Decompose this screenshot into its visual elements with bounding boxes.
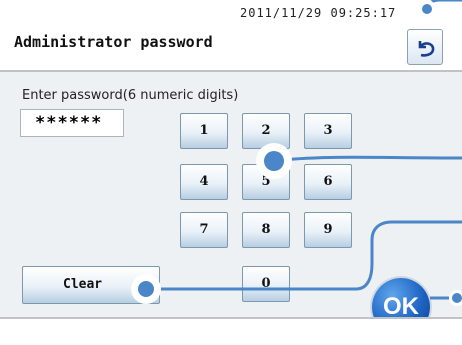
key-8[interactable]: 8 bbox=[242, 212, 290, 248]
key-0[interactable]: 0 bbox=[242, 266, 290, 302]
header-bar: 2011/11/29 09:25:17 Administrator passwo… bbox=[0, 0, 462, 72]
key-6[interactable]: 6 bbox=[304, 164, 352, 200]
key-7[interactable]: 7 bbox=[180, 212, 228, 248]
password-prompt: Enter password(6 numeric digits) bbox=[22, 88, 239, 103]
return-arrow-icon bbox=[418, 41, 435, 57]
footer-bar bbox=[0, 317, 462, 345]
key-9[interactable]: 9 bbox=[304, 212, 352, 248]
back-button[interactable] bbox=[407, 29, 443, 65]
key-4[interactable]: 4 bbox=[180, 164, 228, 200]
key-5[interactable]: 5 bbox=[242, 164, 290, 200]
password-field[interactable]: ****** bbox=[20, 109, 124, 137]
key-3[interactable]: 3 bbox=[304, 113, 352, 149]
page-title: Administrator password bbox=[14, 33, 213, 51]
datetime-display: 2011/11/29 09:25:17 bbox=[240, 6, 397, 20]
key-2[interactable]: 2 bbox=[242, 113, 290, 149]
key-1[interactable]: 1 bbox=[180, 113, 228, 149]
clear-button[interactable]: Clear bbox=[22, 266, 160, 304]
